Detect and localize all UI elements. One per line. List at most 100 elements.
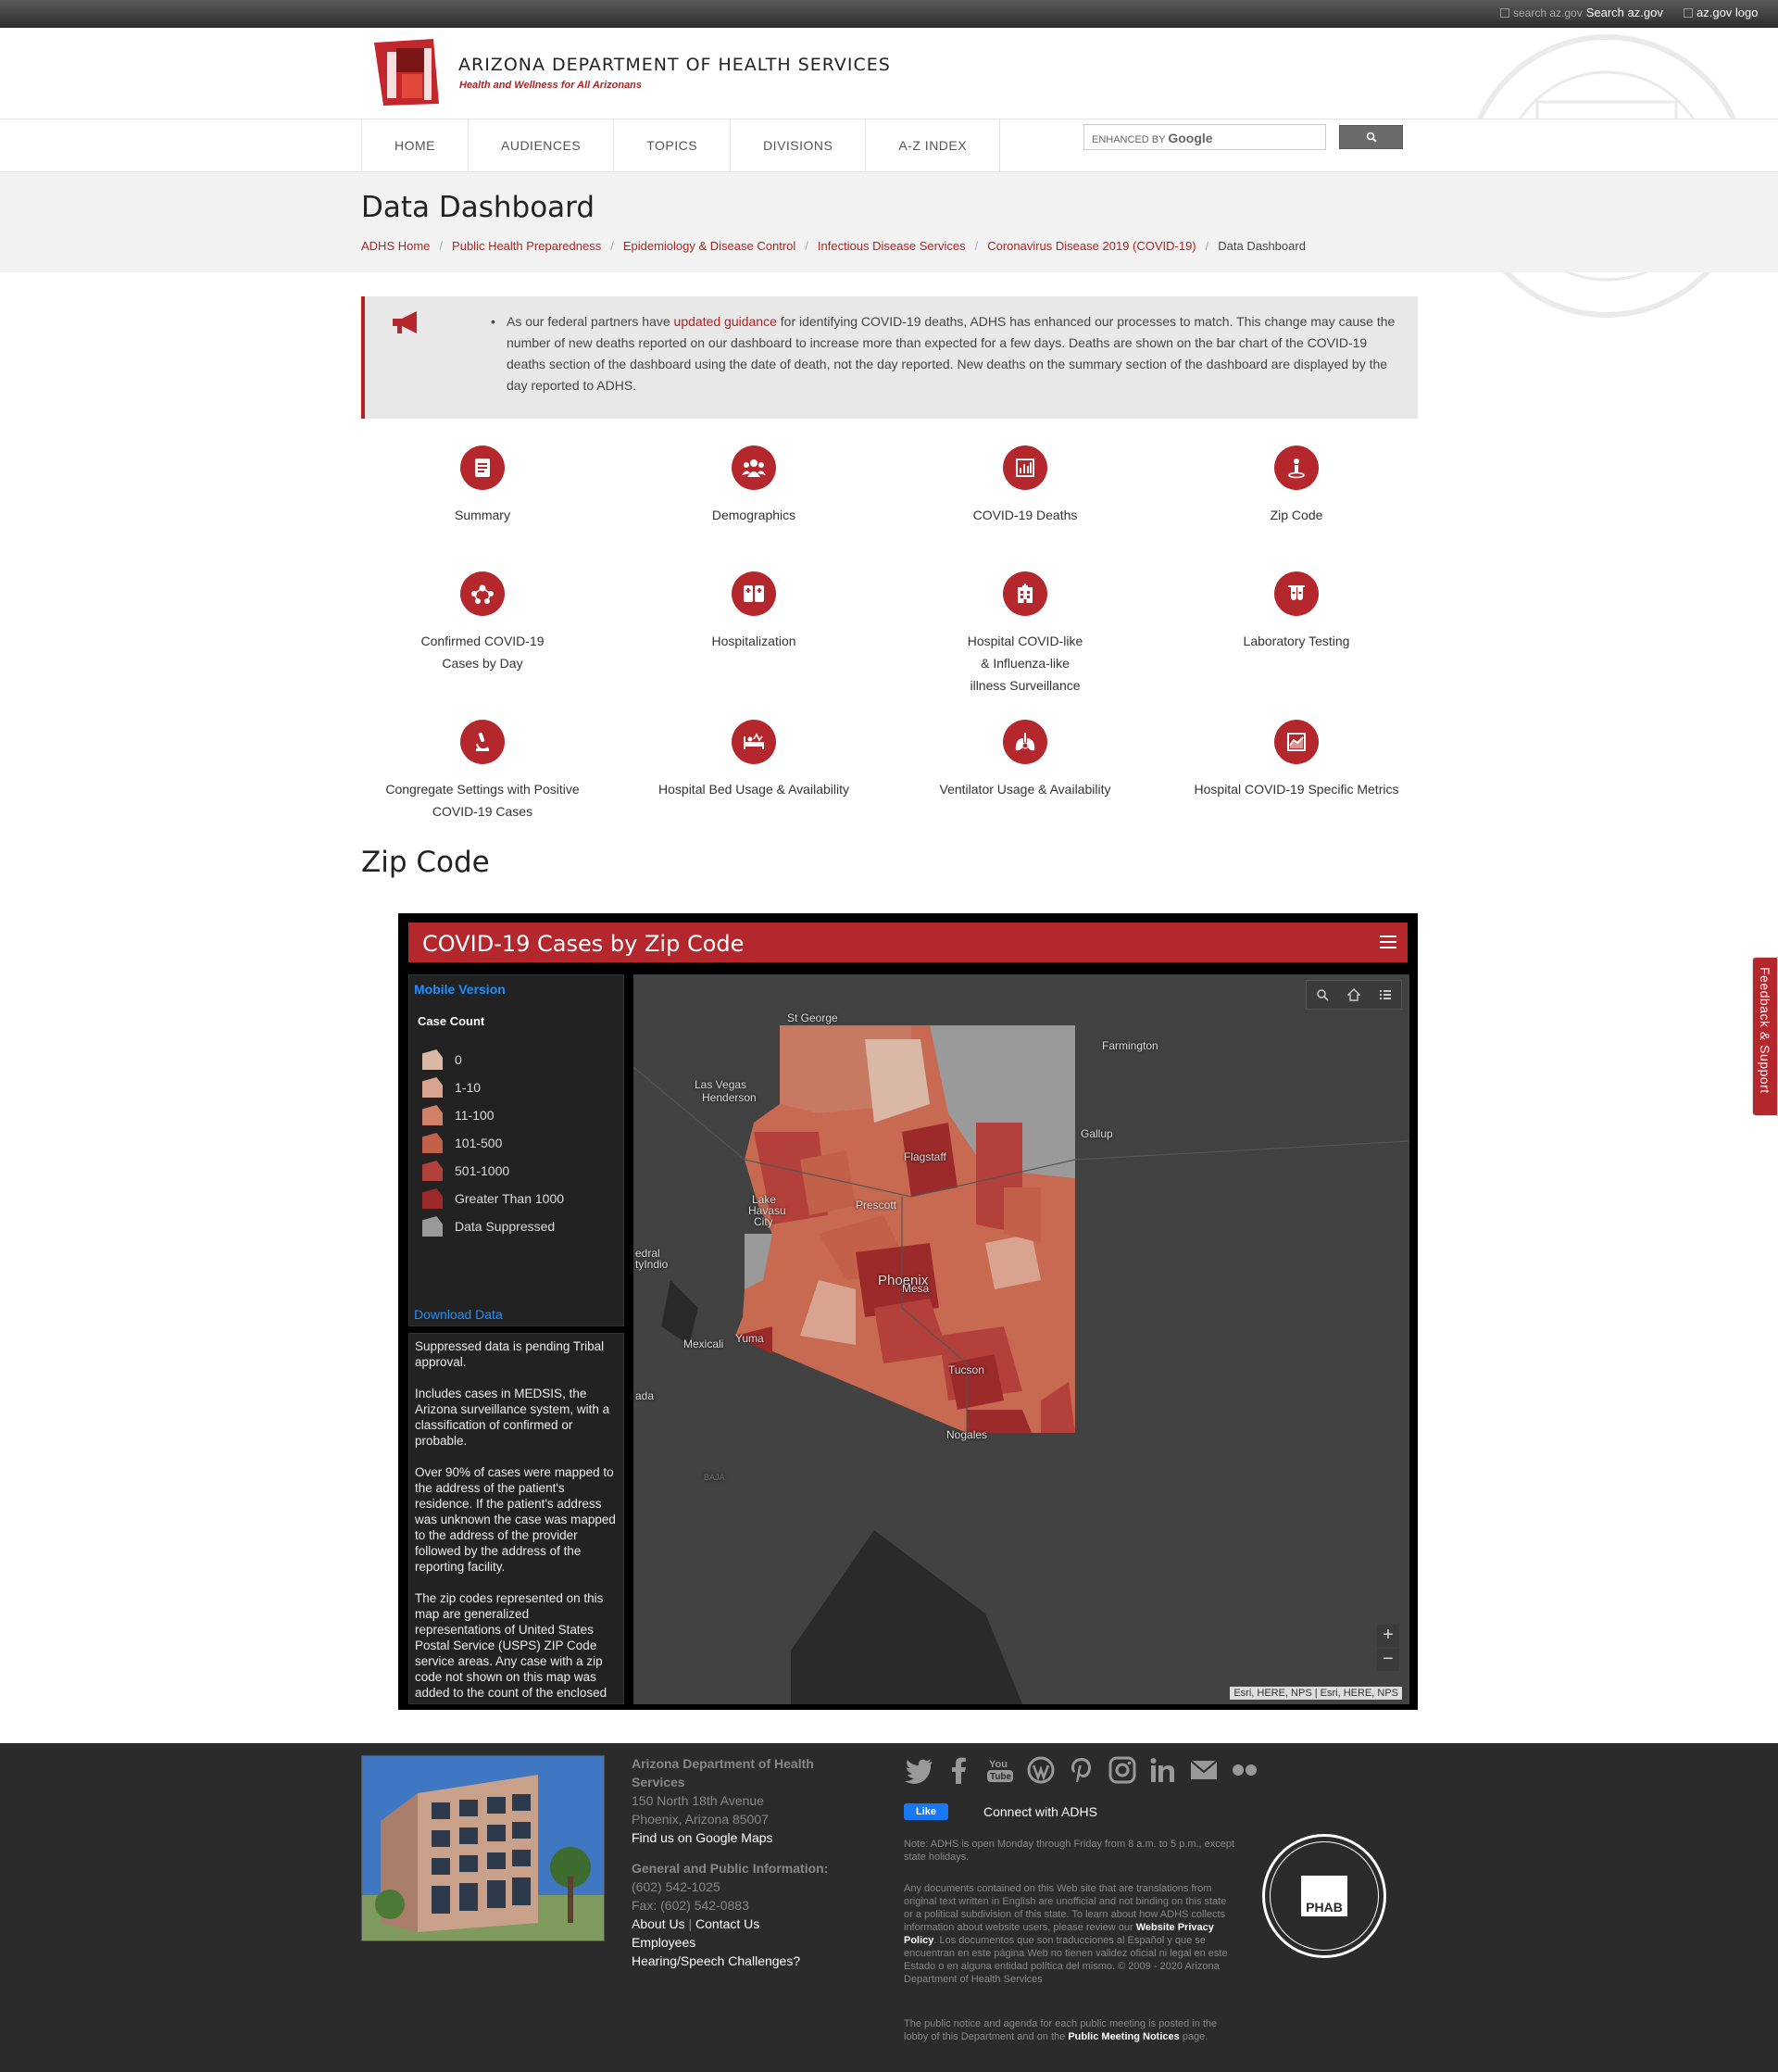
title-band: Data Dashboard ADHS Home / Public Health …	[0, 172, 1778, 272]
tile-summary[interactable]: Summary	[362, 446, 603, 526]
facebook-like-button[interactable]: Like	[904, 1803, 948, 1820]
search-icon[interactable]	[1316, 988, 1329, 1001]
map-attribution: Esri, HERE, NPS | Esri, HERE, NPS	[1230, 1687, 1402, 1700]
tile-laboratory-testing[interactable]: Laboratory Testing	[1176, 571, 1417, 652]
choropleth-map[interactable]: St George Farmington Las Vegas Henderson…	[633, 974, 1409, 1704]
megaphone-icon	[393, 311, 417, 333]
tile-hospital-metrics[interactable]: Hospital COVID-19 Specific Metrics	[1176, 720, 1417, 800]
contact-us-link[interactable]: Contact Us	[695, 1916, 759, 1931]
tile-demographics[interactable]: Demographics	[633, 446, 874, 526]
tile-illness-surveillance[interactable]: Hospital COVID-like & Influenza-like illne…	[905, 571, 1146, 697]
city-label: Flagstaff	[904, 1150, 946, 1163]
nav-topics[interactable]: TOPICS	[613, 119, 730, 171]
adhs-logo[interactable]	[374, 39, 443, 106]
tile-hospital-bed-usage[interactable]: Hospital Bed Usage & Availability	[633, 720, 874, 800]
search-azgov-link[interactable]: search az.gov Search az.gov	[1500, 6, 1663, 19]
tile-ventilator-usage[interactable]: Ventilator Usage & Availability	[905, 720, 1146, 800]
youtube-icon[interactable]: You Tube	[985, 1756, 1015, 1784]
test-tubes-icon	[1274, 571, 1319, 616]
search-azgov-label: Search az.gov	[1585, 6, 1663, 19]
zip-code-heading: Zip Code	[361, 846, 490, 879]
hospital-building-icon	[1003, 571, 1047, 616]
hamburger-menu-icon[interactable]	[1380, 936, 1396, 952]
feedback-support-tab[interactable]: Feedback & Support	[1752, 957, 1778, 1116]
download-data-link[interactable]: Download Data	[414, 1307, 503, 1322]
agency-name: ARIZONA DEPARTMENT OF HEALTH SERVICES	[458, 55, 891, 75]
search-icon	[1366, 132, 1377, 143]
legend-swatch	[422, 1216, 443, 1237]
broken-image-icon	[1684, 7, 1693, 18]
nav-audiences[interactable]: AUDIENCES	[468, 119, 613, 171]
linkedin-icon[interactable]	[1148, 1756, 1178, 1784]
wordpress-icon[interactable]	[1026, 1756, 1056, 1784]
footer-org-name: Arizona Department of Health Services	[632, 1756, 814, 1789]
site-search-input[interactable]: ENHANCED BY Google	[1083, 124, 1326, 150]
feedback-label: Feedback & Support	[1758, 967, 1772, 1094]
email-icon[interactable]	[1189, 1756, 1219, 1784]
breadcrumb-epidemiology[interactable]: Epidemiology & Disease Control	[623, 239, 795, 253]
legend-title: Case Count	[418, 1014, 485, 1028]
nav-home[interactable]: HOME	[361, 119, 468, 171]
home-icon[interactable]	[1347, 988, 1360, 1001]
about-us-link[interactable]: About Us	[632, 1916, 685, 1931]
city-label: Henderson	[702, 1091, 757, 1104]
footer-contact: Arizona Department of Health Services 15…	[632, 1756, 829, 1968]
city-label: Yuma	[735, 1332, 764, 1345]
tile-confirmed-cases[interactable]: Confirmed COVID-19 Cases by Day	[362, 571, 603, 674]
facebook-icon[interactable]	[945, 1756, 974, 1784]
google-maps-link[interactable]: Find us on Google Maps	[632, 1830, 773, 1845]
google-brand: Google	[1168, 131, 1213, 145]
layer-list-icon[interactable]	[1379, 988, 1392, 1001]
announcement-alert: As our federal partners have updated gui…	[361, 296, 1418, 419]
city-label: Prescott	[856, 1199, 897, 1212]
search-button[interactable]	[1339, 125, 1403, 149]
legend-panel: Mobile Version Case Count 0 1-10 11-100 …	[408, 974, 624, 1326]
tile-covid-deaths[interactable]: COVID-19 Deaths	[905, 446, 1146, 526]
zoom-in-button[interactable]: +	[1377, 1625, 1399, 1647]
tile-congregate-settings[interactable]: Congregate Settings with Positive COVID-1…	[362, 720, 603, 823]
people-group-icon	[732, 446, 776, 490]
page-title: Data Dashboard	[361, 191, 595, 224]
footer-fax: Fax: (602) 542-0883	[632, 1898, 749, 1913]
broken-image-icon	[1500, 7, 1509, 18]
city-label: Mesa	[902, 1282, 930, 1295]
azgov-logo-link[interactable]: az.gov logo	[1684, 6, 1759, 19]
public-meeting-notices-link[interactable]: Public Meeting Notices	[1068, 2031, 1179, 2042]
footer-street: 150 North 18th Avenue	[632, 1793, 764, 1808]
breadcrumb-infectious-disease[interactable]: Infectious Disease Services	[818, 239, 966, 253]
pinterest-icon[interactable]	[1067, 1756, 1096, 1784]
city-label: Las Vegas	[695, 1078, 747, 1091]
nav-az-index[interactable]: A-Z INDEX	[865, 119, 1001, 171]
flickr-icon[interactable]	[1230, 1756, 1259, 1784]
tile-hospitalization[interactable]: Hospitalization	[633, 571, 874, 652]
legend-item: 1-10	[422, 1077, 481, 1098]
tile-deaths-label: COVID-19 Deaths	[972, 508, 1078, 522]
nav-divisions[interactable]: DIVISIONS	[730, 119, 865, 171]
tucson-metro	[948, 1354, 1004, 1410]
phab-logo: PHAB	[1301, 1876, 1347, 1916]
breadcrumb-adhs-home[interactable]: ADHS Home	[361, 239, 430, 253]
site-footer: Arizona Department of Health Services 15…	[0, 1743, 1778, 2072]
notes-panel[interactable]: Suppressed data is pending Tribal approv…	[408, 1333, 624, 1704]
note-paragraph: Over 90% of cases were mapped to the add…	[415, 1465, 616, 1574]
tile-zip-code[interactable]: Zip Code	[1176, 446, 1417, 526]
breadcrumb-public-health-preparedness[interactable]: Public Health Preparedness	[452, 239, 601, 253]
zoom-out-button[interactable]: −	[1377, 1649, 1399, 1671]
utility-bar: search az.gov Search az.gov az.gov logo	[0, 0, 1778, 28]
city-label: Gallup	[1081, 1127, 1113, 1140]
translation-disclaimer: Any documents contained on this Web site…	[904, 1883, 1228, 1985]
legend-swatch	[422, 1105, 443, 1125]
hearing-speech-link[interactable]: Hearing/Speech Challenges?	[632, 1953, 800, 1968]
employees-link[interactable]: Employees	[632, 1935, 695, 1950]
phab-accreditation-seal: PHAB	[1262, 1834, 1386, 1958]
breadcrumb: ADHS Home / Public Health Preparedness / E…	[361, 239, 1306, 253]
search-placeholder: ENHANCED BY	[1092, 134, 1166, 145]
public-notice: The public notice and agenda for each pu…	[904, 2018, 1218, 2042]
dashboard-title: COVID-19 Cases by Zip Code	[422, 931, 745, 957]
updated-guidance-link[interactable]: updated guidance	[674, 314, 777, 329]
mobile-version-link[interactable]: Mobile Version	[414, 982, 506, 997]
azgov-logo-alt: az.gov logo	[1697, 6, 1759, 19]
breadcrumb-covid19[interactable]: Coronavirus Disease 2019 (COVID-19)	[987, 239, 1196, 253]
twitter-icon[interactable]	[904, 1756, 933, 1784]
instagram-icon[interactable]	[1108, 1756, 1137, 1784]
